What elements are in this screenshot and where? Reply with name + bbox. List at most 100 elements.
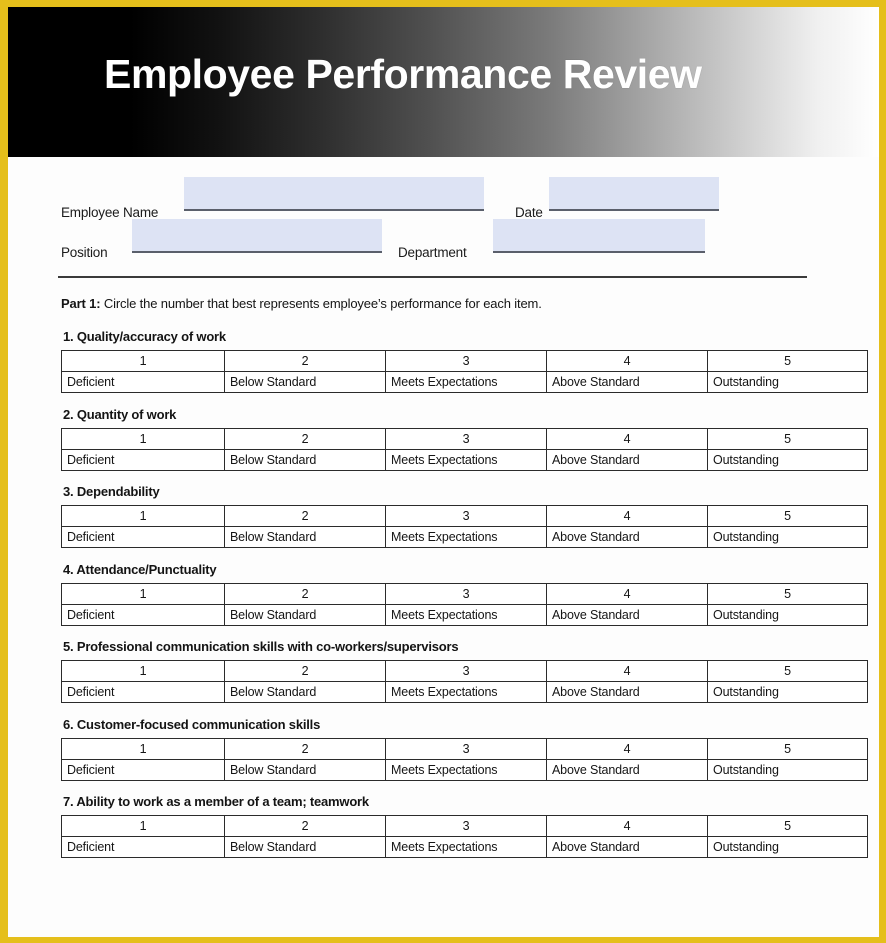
- rating-scale-table: 1 2 3 4 5 Deficient Below Standard Meets Expect…: [61, 737, 868, 781]
- employee-name-label: Employee Name: [61, 205, 159, 220]
- rating-label-cell: Deficient: [61, 758, 225, 781]
- rating-item-heading: 6. Customer-focused communication skills: [63, 716, 321, 732]
- rating-label-row: Deficient Below Standard Meets Expectation…: [61, 603, 868, 626]
- rating-score-cell[interactable]: 2: [224, 350, 386, 372]
- date-label: Date: [515, 205, 543, 220]
- rating-score-cell[interactable]: 1: [61, 427, 225, 450]
- part1-instruction-text: Circle the number that best represents e…: [100, 296, 542, 311]
- rating-score-cell[interactable]: 3: [385, 350, 547, 372]
- rating-score-cell[interactable]: 1: [61, 737, 225, 760]
- rating-score-cell[interactable]: 3: [385, 737, 547, 760]
- rating-item: 2. Quantity of work 1 2 3 4 5 Deficient Below S…: [8, 407, 879, 471]
- rating-label-cell: Deficient: [61, 526, 225, 548]
- rating-label-cell: Meets Expectations: [385, 681, 547, 703]
- rating-score-cell[interactable]: 1: [61, 815, 225, 837]
- rating-label-cell: Below Standard: [224, 836, 386, 858]
- rating-score-cell[interactable]: 5: [707, 427, 868, 450]
- rating-item-heading: 1. Quality/accuracy of work: [63, 329, 226, 344]
- rating-label-cell: Deficient: [61, 681, 225, 703]
- rating-score-cell[interactable]: 2: [224, 660, 386, 682]
- rating-score-cell[interactable]: 4: [546, 350, 708, 372]
- rating-label-cell: Outstanding: [707, 758, 868, 781]
- rating-score-cell[interactable]: 2: [224, 427, 386, 450]
- rating-score-cell[interactable]: 5: [707, 582, 868, 605]
- rating-label-cell: Above Standard: [546, 526, 708, 548]
- rating-label-cell: Outstanding: [707, 836, 868, 858]
- rating-label-row: Deficient Below Standard Meets Expectation…: [61, 681, 868, 703]
- rating-score-cell[interactable]: 5: [707, 660, 868, 682]
- rating-item-heading: 7. Ability to work as a member of a team…: [63, 794, 369, 809]
- rating-score-cell[interactable]: 5: [707, 737, 868, 760]
- rating-label-cell: Below Standard: [224, 758, 386, 781]
- rating-score-cell[interactable]: 4: [546, 737, 708, 760]
- rating-item: 3. Dependability 1 2 3 4 5 Deficient Below Stan…: [8, 484, 879, 548]
- employee-name-input[interactable]: [184, 177, 484, 211]
- rating-score-cell[interactable]: 1: [61, 505, 225, 527]
- rating-score-cell[interactable]: 3: [385, 505, 547, 527]
- rating-label-cell: Deficient: [61, 603, 225, 626]
- rating-score-cell[interactable]: 4: [546, 505, 708, 527]
- rating-label-cell: Outstanding: [707, 371, 868, 393]
- rating-score-cell[interactable]: 5: [707, 505, 868, 527]
- rating-score-cell[interactable]: 4: [546, 815, 708, 837]
- rating-label-cell: Above Standard: [546, 448, 708, 471]
- rating-scale-table: 1 2 3 4 5 Deficient Below Standard Meets Expect…: [61, 660, 868, 703]
- part1-instruction: Part 1: Circle the number that best repr…: [61, 296, 542, 311]
- rating-score-cell[interactable]: 2: [224, 582, 386, 605]
- rating-score-cell[interactable]: 5: [707, 350, 868, 372]
- rating-score-row: 12345: [61, 350, 868, 372]
- rating-label-row: Deficient Below Standard Meets Expectation…: [61, 758, 868, 781]
- rating-label-cell: Below Standard: [224, 371, 386, 393]
- rating-label-cell: Above Standard: [546, 603, 708, 626]
- rating-label-cell: Outstanding: [707, 448, 868, 471]
- rating-label-cell: Outstanding: [707, 526, 868, 548]
- rating-items-list: 1. Quality/accuracy of work 1 2 3 4 5 Deficien…: [8, 329, 879, 872]
- rating-item-heading: 5. Professional communication skills wit…: [63, 639, 459, 654]
- rating-label-cell: Below Standard: [224, 681, 386, 703]
- rating-item: 6. Customer-focused communication skills…: [8, 717, 879, 781]
- rating-score-cell[interactable]: 3: [385, 582, 547, 605]
- rating-label-row: Deficient Below Standard Meets Expectation…: [61, 371, 868, 393]
- rating-label-cell: Meets Expectations: [385, 448, 547, 471]
- position-label: Position: [61, 245, 108, 260]
- rating-score-row: 12345: [61, 427, 868, 450]
- rating-item: 5. Professional communication skills wit…: [8, 639, 879, 703]
- rating-score-cell[interactable]: 3: [385, 815, 547, 837]
- rating-label-cell: Deficient: [61, 448, 225, 471]
- rating-item: 4. Attendance/Punctuality 1 2 3 4 5 Deficient B…: [8, 562, 879, 626]
- rating-score-cell[interactable]: 1: [61, 660, 225, 682]
- rating-label-cell: Meets Expectations: [385, 526, 547, 548]
- rating-score-cell[interactable]: 5: [707, 815, 868, 837]
- rating-score-cell[interactable]: 3: [385, 427, 547, 450]
- rating-label-cell: Meets Expectations: [385, 836, 547, 858]
- rating-scale-table: 1 2 3 4 5 Deficient Below Standard Meets Expect…: [61, 815, 868, 858]
- rating-label-cell: Below Standard: [224, 603, 386, 626]
- document-page: Employee Performance Review Employee Nam…: [0, 0, 886, 943]
- rating-score-cell[interactable]: 2: [224, 737, 386, 760]
- rating-score-row: 12345: [61, 505, 868, 527]
- rating-item-heading: 2. Quantity of work: [63, 406, 177, 422]
- rating-score-cell[interactable]: 1: [61, 582, 225, 605]
- rating-item-heading: 3. Dependability: [63, 484, 160, 499]
- rating-score-cell[interactable]: 4: [546, 427, 708, 450]
- rating-score-cell[interactable]: 3: [385, 660, 547, 682]
- rating-label-cell: Outstanding: [707, 681, 868, 703]
- rating-label-cell: Meets Expectations: [385, 758, 547, 781]
- page-title: Employee Performance Review: [104, 51, 702, 97]
- rating-label-row: Deficient Below Standard Meets Expectation…: [61, 526, 868, 548]
- rating-score-cell[interactable]: 2: [224, 505, 386, 527]
- rating-score-cell[interactable]: 4: [546, 660, 708, 682]
- date-input[interactable]: [549, 177, 719, 211]
- rating-score-row: 12345: [61, 815, 868, 837]
- rating-label-cell: Deficient: [61, 371, 225, 393]
- employee-info-form: Employee Name Date Position Department P…: [8, 157, 879, 311]
- rating-scale-table: 1 2 3 4 5 Deficient Below Standard Meets Expect…: [61, 427, 868, 471]
- rating-score-cell[interactable]: 2: [224, 815, 386, 837]
- rating-label-cell: Deficient: [61, 836, 225, 858]
- rating-scale-table: 1 2 3 4 5 Deficient Below Standard Meets Expect…: [61, 350, 868, 393]
- rating-score-cell[interactable]: 1: [61, 350, 225, 372]
- rating-label-cell: Below Standard: [224, 448, 386, 471]
- department-input[interactable]: [493, 219, 705, 253]
- position-input[interactable]: [132, 219, 382, 253]
- rating-score-cell[interactable]: 4: [546, 582, 708, 605]
